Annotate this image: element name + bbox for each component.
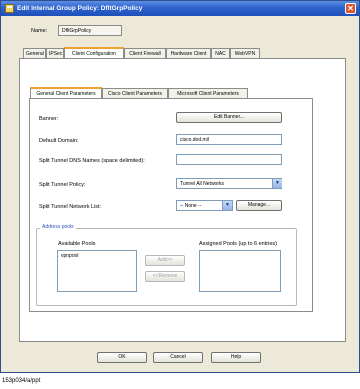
tab-general[interactable]: General (23, 48, 46, 58)
available-pools-label: Available Pools (58, 241, 96, 247)
subtab-cisco-client-parameters[interactable]: Cisco Client Parameters (102, 88, 168, 98)
ok-button[interactable]: OK (97, 352, 147, 363)
default-domain-label: Default Domain: (39, 138, 79, 144)
window-title: Edit Internal Group Policy: DfltGrpPolic… (17, 5, 143, 12)
address-pools-title: Address pools (40, 224, 76, 230)
tab-client-firewall[interactable]: Client Firewall (124, 48, 166, 58)
tab-nac[interactable]: NAC (211, 48, 230, 58)
tab-client-configuration[interactable]: Client Configuration (64, 47, 124, 58)
close-icon[interactable]: ✕ (345, 3, 356, 14)
name-field: DfltGrpPolicy (58, 25, 122, 36)
figure-caption: 153p034/a/ppt (2, 378, 41, 384)
name-label: Name: (31, 28, 48, 34)
dialog-window: Edit Internal Group Policy: DfltGrpPolic… (0, 0, 360, 373)
split-tunnel-network-list-label: Split Tunnel Network List: (39, 204, 102, 210)
subtab-general-client-parameters[interactable]: General Client Parameters (30, 87, 102, 98)
title-bar[interactable]: Edit Internal Group Policy: DfltGrpPolic… (1, 1, 359, 16)
split-tunnel-dns-label: Split Tunnel DNS Names (space delimited)… (39, 158, 145, 164)
split-tunnel-dns-input[interactable] (176, 154, 282, 165)
split-tunnel-policy-value: Tunnel All Networks (180, 181, 224, 187)
tab-ipsec[interactable]: IPSec (46, 48, 64, 58)
assigned-pools-list[interactable] (199, 250, 281, 292)
available-pools-list[interactable]: vpnpool (57, 250, 137, 292)
cancel-button[interactable]: Cancel (153, 352, 203, 363)
assigned-pools-label: Assigned Pools (up to 6 entries) (199, 241, 277, 247)
chevron-down-icon[interactable]: ▼ (222, 201, 232, 210)
subtab-microsoft-client-parameters[interactable]: Microsoft Client Parameters (168, 88, 248, 98)
split-tunnel-policy-label: Split Tunnel Policy: (39, 182, 86, 188)
split-tunnel-network-list-value: -- None -- (180, 203, 202, 209)
split-tunnel-policy-select[interactable]: Tunnel All Networks (176, 178, 282, 189)
tab-webvpn[interactable]: WebVPN (230, 48, 260, 58)
banner-label: Banner: (39, 116, 59, 122)
list-item[interactable]: vpnpool (61, 253, 133, 259)
edit-banner-button[interactable]: Edit Banner... (176, 112, 282, 123)
manage-button[interactable]: Manage... (236, 200, 282, 211)
tab-hardware-client[interactable]: Hardware Client (166, 48, 211, 58)
chevron-down-icon[interactable]: ▼ (272, 179, 282, 188)
remove-button[interactable]: <<Remove (145, 271, 185, 282)
window-icon (5, 4, 14, 13)
default-domain-input[interactable]: cisco.dod.mil (176, 134, 282, 145)
add-button[interactable]: Add>> (145, 255, 185, 266)
help-button[interactable]: Help (211, 352, 261, 363)
